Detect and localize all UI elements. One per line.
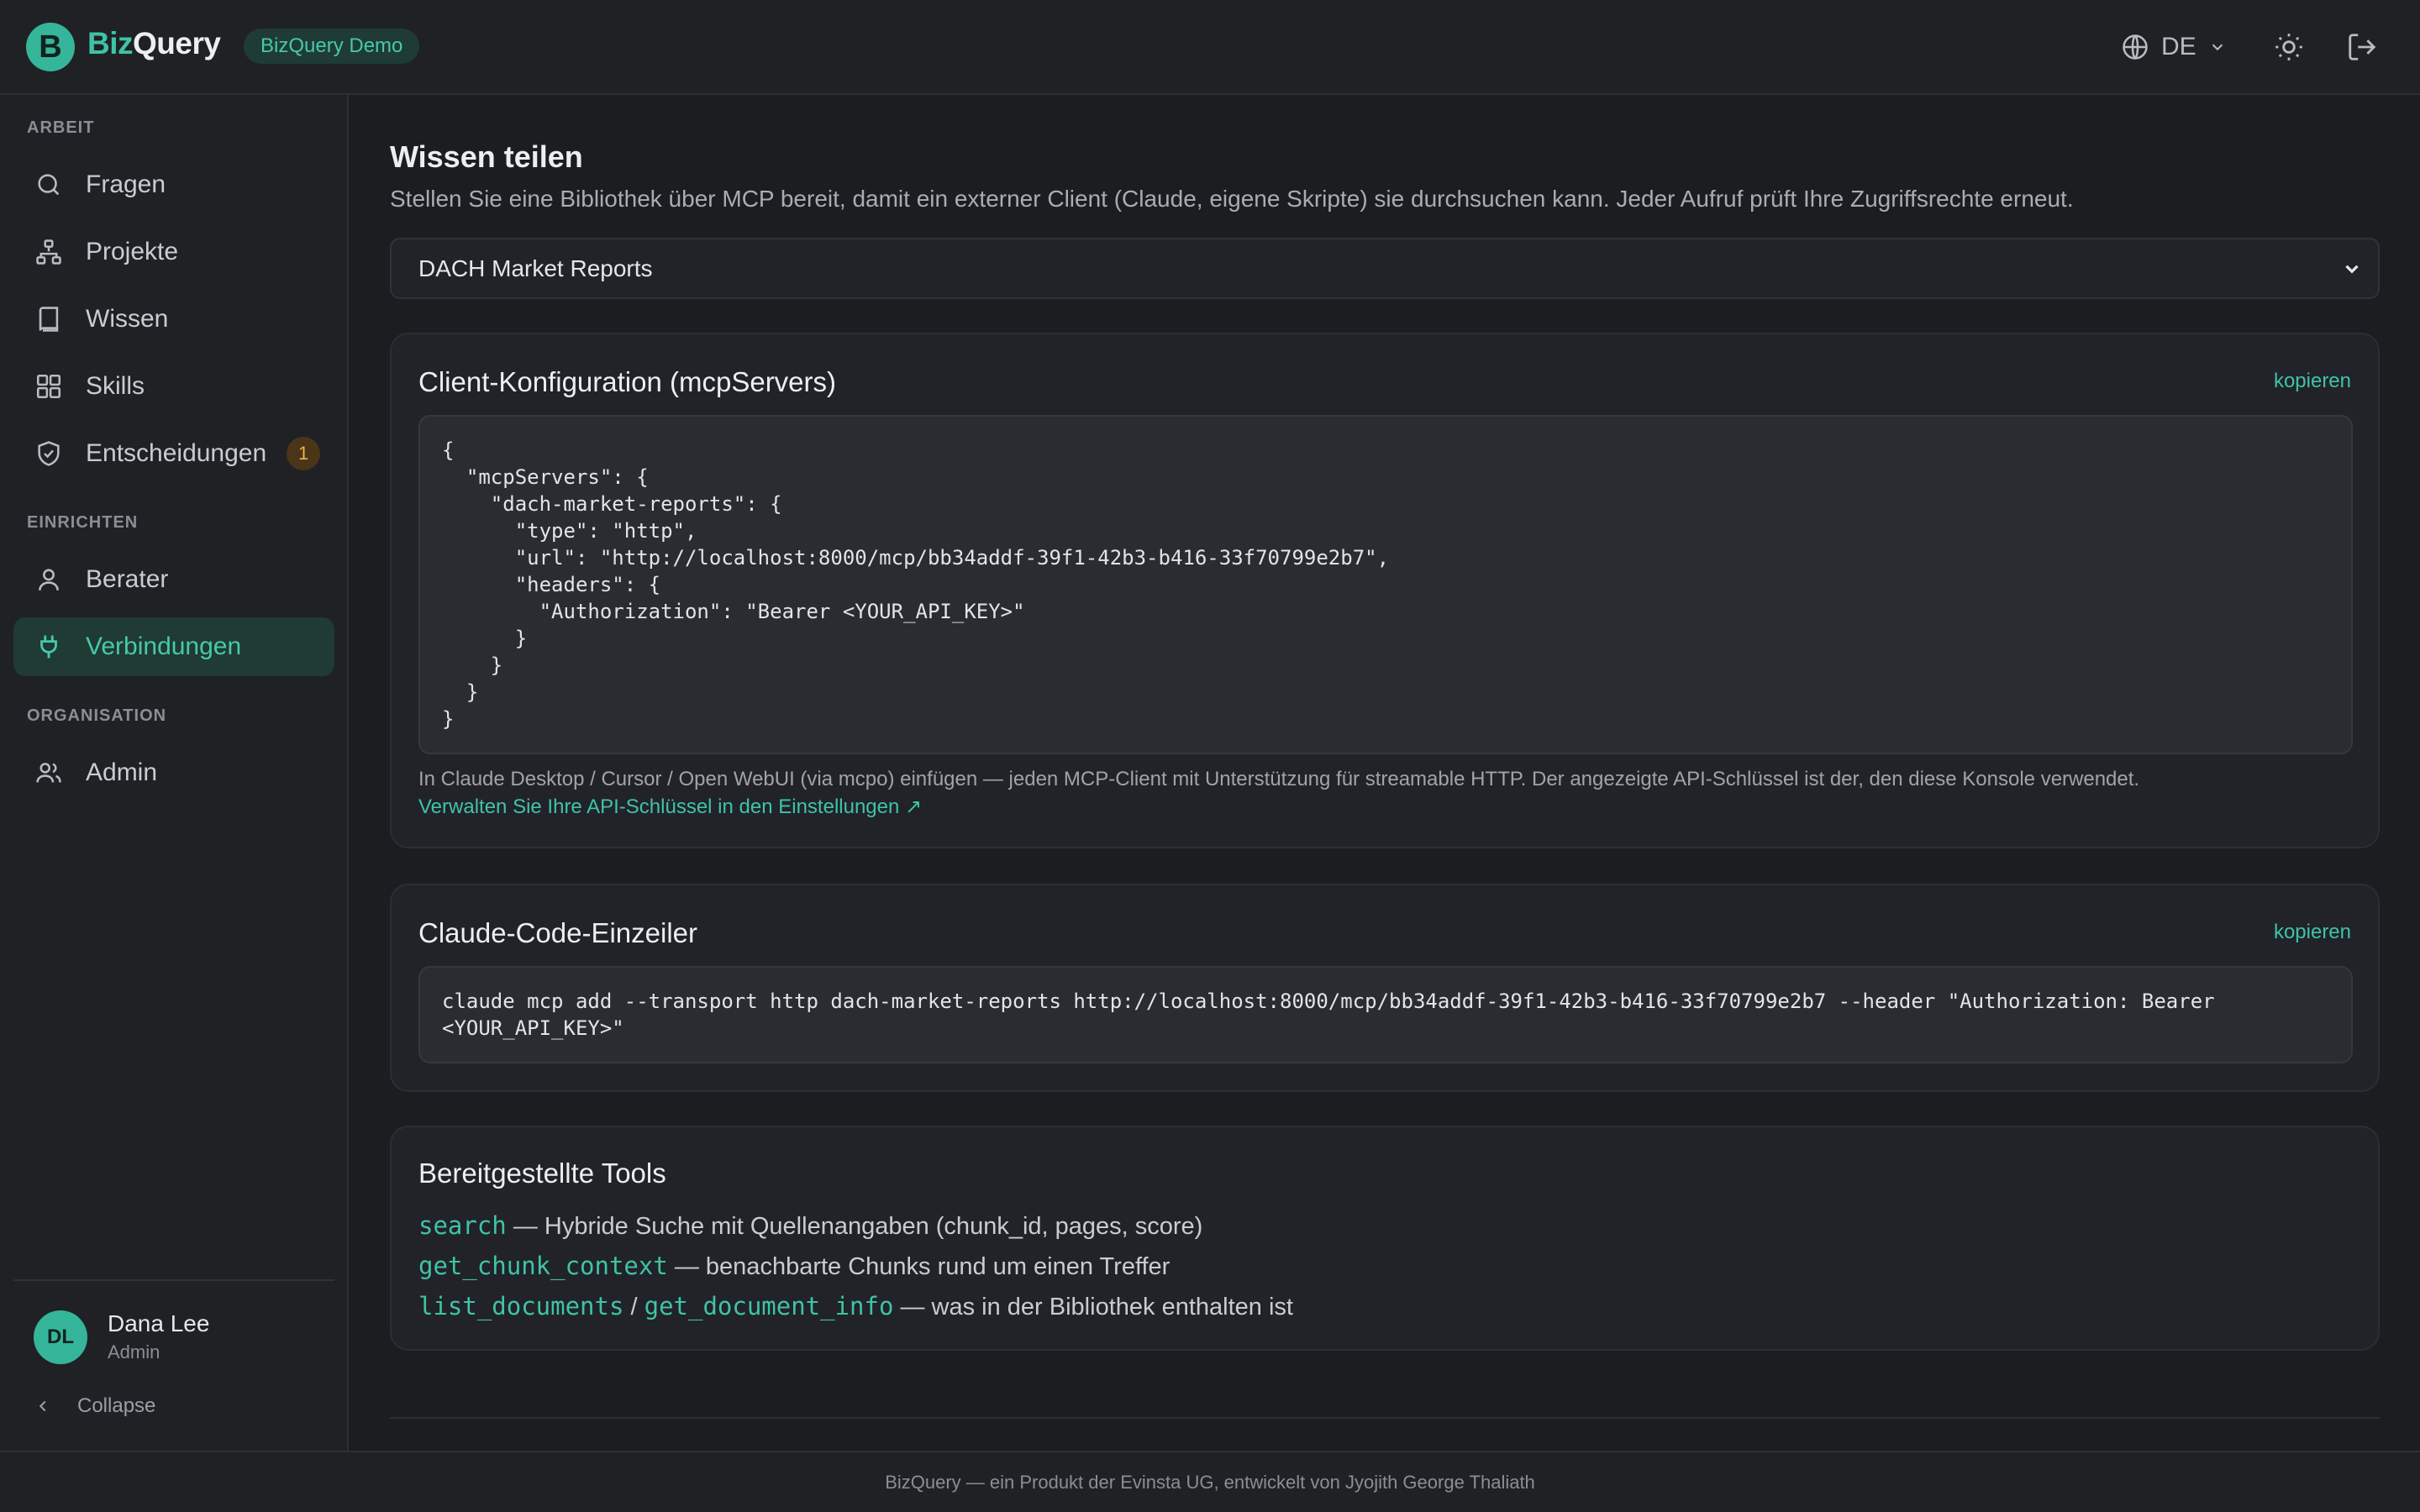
oneliner-code-block[interactable]: claude mcp add --transport http dach-mar…	[418, 966, 2353, 1063]
sidebar-item-label: Skills	[86, 372, 145, 400]
sidebar-item-fragen[interactable]: Fragen	[13, 155, 334, 214]
grid-icon	[34, 371, 64, 402]
copy-oneliner-button[interactable]: kopieren	[2274, 921, 2351, 944]
language-selector[interactable]: DE	[2121, 29, 2227, 66]
collapse-label: Collapse	[77, 1394, 156, 1417]
theme-toggle-button[interactable]	[2270, 28, 2308, 66]
demo-badge: BizQuery Demo	[244, 29, 420, 64]
logo-icon[interactable]: B	[26, 23, 75, 71]
tool-name: get_document_info	[644, 1292, 894, 1320]
sidebar-section-arbeit: ARBEIT	[27, 118, 95, 137]
claude-code-oneliner-card: Claude-Code-Einzeiler kopieren claude mc…	[390, 884, 2380, 1092]
search-icon	[34, 170, 64, 200]
users-icon	[34, 758, 64, 788]
api-keys-settings-link[interactable]: Verwalten Sie Ihre API-Schlüssel in den …	[418, 795, 922, 819]
sidebar-item-label: Admin	[86, 759, 158, 786]
book-icon	[34, 304, 64, 334]
logout-button[interactable]	[2343, 28, 2381, 66]
card-title: Bereitgestellte Tools	[418, 1158, 666, 1189]
content-divider	[390, 1417, 2380, 1419]
brand-name-part1: Biz	[87, 26, 134, 60]
sidebar-item-label: Fragen	[86, 171, 166, 198]
footer-text: BizQuery — ein Produkt der Evinsta UG, e…	[885, 1471, 1535, 1493]
logout-icon	[2349, 34, 2376, 60]
tool-description: — Hybride Suche mit Quellenangaben (chun…	[506, 1213, 1203, 1240]
sidebar-item-entscheidungen[interactable]: Entscheidungen 1	[13, 424, 334, 483]
chevron-left-icon	[39, 1400, 46, 1412]
top-bar: B BizQuery BizQuery Demo DE	[0, 0, 2420, 95]
tool-separator: /	[623, 1294, 644, 1320]
sidebar-section-organisation: ORGANISATION	[27, 706, 167, 725]
library-select[interactable]: DACH Market Reports	[390, 238, 2380, 299]
user-name: Dana Lee	[108, 1310, 210, 1336]
sidebar-item-admin[interactable]: Admin	[13, 743, 334, 802]
sidebar: ARBEIT Fragen Projekte Wissen Skills Ent…	[0, 95, 349, 1451]
sidebar-item-verbindungen[interactable]: Verbindungen	[13, 617, 334, 676]
provided-tools-card: Bereitgestellte Tools search — Hybride S…	[390, 1126, 2380, 1351]
tool-description: — was in der Bibliothek enthalten ist	[893, 1294, 1293, 1320]
sidebar-item-berater[interactable]: Berater	[13, 550, 334, 609]
user-role: Admin	[108, 1341, 160, 1362]
tool-item-search: search — Hybride Suche mit Quellenangabe…	[418, 1211, 1202, 1241]
copy-config-button[interactable]: kopieren	[2274, 370, 2351, 393]
card-title: Client-Konfiguration (mcpServers)	[418, 366, 837, 397]
sidebar-item-label: Berater	[86, 565, 169, 593]
tool-name: list_documents	[418, 1292, 624, 1320]
tool-name: search	[418, 1211, 507, 1240]
sidebar-item-label: Wissen	[86, 305, 169, 333]
count-badge: 1	[287, 437, 321, 470]
language-label: DE	[2161, 33, 2196, 60]
user-icon	[34, 564, 64, 595]
footer: BizQuery — ein Produkt der Evinsta UG, e…	[0, 1451, 2420, 1512]
sidebar-item-skills[interactable]: Skills	[13, 357, 334, 416]
library-select-value: DACH Market Reports	[418, 255, 653, 281]
sitemap-icon	[34, 237, 64, 267]
shield-check-icon	[34, 438, 64, 469]
avatar[interactable]: DL	[34, 1310, 87, 1364]
brand-name-part2: Query	[133, 26, 221, 60]
page-subtitle: Stellen Sie eine Bibliothek über MCP ber…	[390, 186, 2074, 212]
tool-description: — benachbarte Chunks rund um einen Treff…	[667, 1253, 1171, 1280]
sidebar-item-wissen[interactable]: Wissen	[13, 290, 334, 349]
config-code-block[interactable]: { "mcpServers": { "dach-market-reports":…	[418, 415, 2353, 754]
plug-icon	[34, 632, 64, 662]
tool-item-get-chunk-context: get_chunk_context — benachbarte Chunks r…	[418, 1252, 1170, 1281]
chevron-down-icon	[2212, 44, 2223, 51]
sidebar-item-projekte[interactable]: Projekte	[13, 223, 334, 281]
page-title: Wissen teilen	[390, 139, 583, 174]
client-config-card: Client-Konfiguration (mcpServers) kopier…	[390, 333, 2380, 848]
collapse-button[interactable]: Collapse	[34, 1394, 155, 1418]
globe-icon	[2123, 34, 2148, 60]
sun-icon	[2275, 34, 2302, 60]
sidebar-divider	[13, 1279, 334, 1281]
sidebar-section-einrichten: EINRICHTEN	[27, 513, 139, 532]
sidebar-item-label: Projekte	[86, 238, 179, 265]
sidebar-item-label: Verbindungen	[86, 633, 242, 660]
sidebar-item-label: Entscheidungen	[86, 439, 267, 467]
tool-name: get_chunk_context	[418, 1252, 668, 1280]
config-hint-text: In Claude Desktop / Cursor / Open WebUI …	[418, 768, 2140, 790]
chevron-down-icon	[2345, 265, 2359, 274]
brand-name[interactable]: BizQuery	[87, 26, 221, 61]
card-title: Claude-Code-Einzeiler	[418, 917, 697, 948]
tool-item-documents: list_documents / get_document_info — was…	[418, 1292, 1293, 1321]
